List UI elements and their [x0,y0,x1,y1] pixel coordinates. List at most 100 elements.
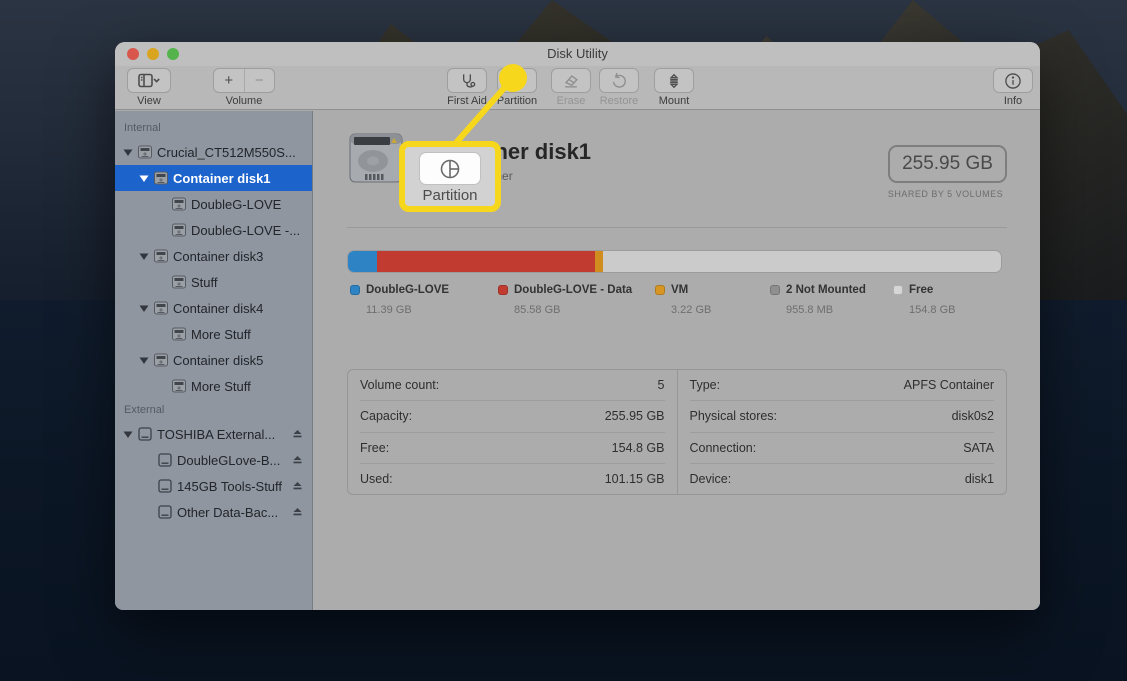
legend-name: 2 Not Mounted [786,284,866,296]
eject-icon[interactable] [291,479,304,492]
legend-size: 154.8 GB [909,304,955,316]
table-row: Connection: SATA [690,432,995,463]
remove-volume-button[interactable]: − [244,69,275,92]
sidebar-section-internal: Internal [115,117,312,139]
pie-icon [438,157,462,181]
row-value: disk0s2 [952,409,994,423]
restore-button[interactable] [599,68,639,93]
view-label: View [119,95,179,107]
usage-bar [347,250,1002,273]
restore-arrow-icon [609,71,629,91]
sidebar-item-more-stuff[interactable]: More Stuff [115,321,312,347]
row-label: Used: [360,472,393,486]
internal-disk-icon [137,144,155,160]
chevron-down-icon [154,79,159,82]
disclosure-triangle-icon[interactable] [139,304,153,313]
sidebar-item-doubleg-love[interactable]: DoubleG-LOVE -... [115,217,312,243]
sidebar-item-container-disk4[interactable]: Container disk4 [115,295,312,321]
table-row: Used: 101.15 GB [360,463,665,494]
legend-size: 955.8 MB [786,304,866,316]
sidebar-item-more-stuff[interactable]: More Stuff [115,373,312,399]
row-value: disk1 [965,472,994,486]
info-button[interactable] [993,68,1033,93]
row-value: APFS Container [904,378,994,392]
legend-item-free: Free 154.8 GB [893,284,955,316]
legend-size: 85.58 GB [514,304,632,316]
sidebar-item-label: DoubleG-LOVE -... [191,223,300,238]
disclosure-triangle-icon[interactable] [139,356,153,365]
sidebar-item-doubleglove-b[interactable]: DoubleGLove-B... [115,447,312,473]
callout-dot [499,64,527,92]
legend-size: 11.39 GB [366,304,449,316]
view-control: View [119,68,179,107]
sidebar-item-doubleg-love[interactable]: DoubleG-LOVE [115,191,312,217]
internal-disk-icon [171,274,189,290]
usage-segment-1 [377,251,595,272]
row-value: 154.8 GB [612,441,665,455]
window-body: InternalCrucial_CT512M550S...Container d… [115,111,1040,610]
mount-label: Mount [648,95,700,107]
sidebar-item-stuff[interactable]: Stuff [115,269,312,295]
disclosure-triangle-icon[interactable] [123,430,137,439]
eject-icon[interactable] [291,427,304,440]
sidebar-item-container-disk3[interactable]: Container disk3 [115,243,312,269]
mount-button[interactable] [654,68,694,93]
shared-by-label: SHARED BY 5 VOLUMES [873,189,1018,199]
disclosure-triangle-icon[interactable] [139,174,153,183]
legend-name: DoubleG-LOVE - Data [514,284,632,296]
legend-name: Free [909,284,933,296]
row-value: 5 [658,378,665,392]
sidebar-item-other-data-bac[interactable]: Other Data-Bac... [115,499,312,525]
volume-label: Volume [201,95,287,107]
sidebar-item-container-disk5[interactable]: Container disk5 [115,347,312,373]
sidebar-item-crucial-ct512m550s[interactable]: Crucial_CT512M550S... [115,139,312,165]
legend-swatch [350,285,360,295]
row-label: Volume count: [360,378,439,392]
legend-item-vm: VM3.22 GB [655,284,711,316]
disclosure-triangle-icon[interactable] [139,252,153,261]
partition-callout: Partition [399,141,501,212]
table-row: Device: disk1 [690,463,995,494]
details-table: Volume count: 5 Capacity: 255.95 GB Free… [347,369,1007,495]
sidebar-item-label: Other Data-Bac... [177,505,278,520]
sidebar-item-label: TOSHIBA External... [157,427,275,442]
row-value: 255.95 GB [605,409,665,423]
callout-partition-button[interactable] [419,152,481,185]
header-divider [347,227,1007,228]
add-volume-button[interactable]: + [214,69,244,92]
table-row: Capacity: 255.95 GB [360,400,665,431]
eject-icon[interactable] [291,505,304,518]
legend-item-doubleg-love: DoubleG-LOVE11.39 GB [350,284,449,316]
volume-control: + − Volume [201,68,287,107]
table-row: Type: APFS Container [690,370,995,400]
desktop: Disk Utility View + − [0,0,1127,681]
sidebar-icon [138,73,160,89]
legend-swatch [770,285,780,295]
table-row: Volume count: 5 [360,370,665,400]
toolbar-restore: Restore [593,68,645,107]
details-right-column: Type: APFS Container Physical stores: di… [677,370,1007,494]
row-label: Capacity: [360,409,412,423]
sidebar-item-toshiba-external[interactable]: TOSHIBA External... [115,421,312,447]
erase-button[interactable] [551,68,591,93]
row-label: Free: [360,441,389,455]
info-icon [1003,71,1023,91]
sidebar-item-label: More Stuff [191,379,251,394]
toolbar: View + − Volume First Aid [115,66,1040,110]
internal-disk-icon [171,196,189,212]
eject-icon[interactable] [291,453,304,466]
sidebar-item-container-disk1[interactable]: Container disk1 [115,165,312,191]
titlebar[interactable]: Disk Utility [115,42,1040,66]
view-button[interactable] [127,68,171,93]
disk-utility-window: Disk Utility View + − [115,42,1040,610]
usage-segment-0 [348,251,377,272]
sidebar-item-145gb-tools-stuff[interactable]: 145GB Tools-Stuff [115,473,312,499]
legend-item-2-not-mounted: 2 Not Mounted 955.8 MB [770,284,866,316]
disclosure-triangle-icon[interactable] [123,148,137,157]
legend-item-doubleg-love-data: DoubleG-LOVE - Data 85.58 GB [498,284,632,316]
toolbar-info: Info [987,68,1039,107]
sidebar-item-label: 145GB Tools-Stuff [177,479,282,494]
details-left-column: Volume count: 5 Capacity: 255.95 GB Free… [348,370,677,494]
legend-swatch [893,285,903,295]
legend-size: 3.22 GB [671,304,711,316]
